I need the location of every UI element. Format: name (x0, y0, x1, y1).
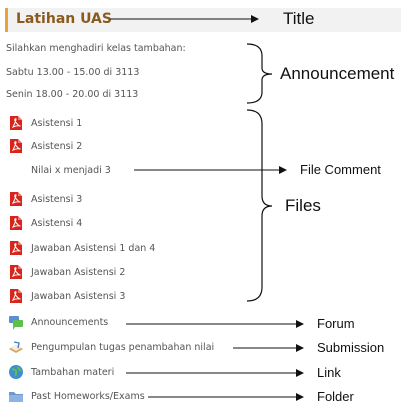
title-annotation: Title (283, 9, 315, 28)
announcement-annotation: Announcement (280, 64, 395, 83)
files-brace (246, 109, 273, 302)
announcement-brace (246, 43, 273, 104)
file-comment-annotation: File Comment (300, 162, 381, 177)
submission-annotation: Submission (317, 340, 385, 355)
link-annotation: Link (317, 365, 341, 380)
files-annotation: Files (285, 196, 321, 215)
forum-annotation: Forum (317, 316, 355, 331)
folder-annotation: Folder (317, 389, 354, 404)
